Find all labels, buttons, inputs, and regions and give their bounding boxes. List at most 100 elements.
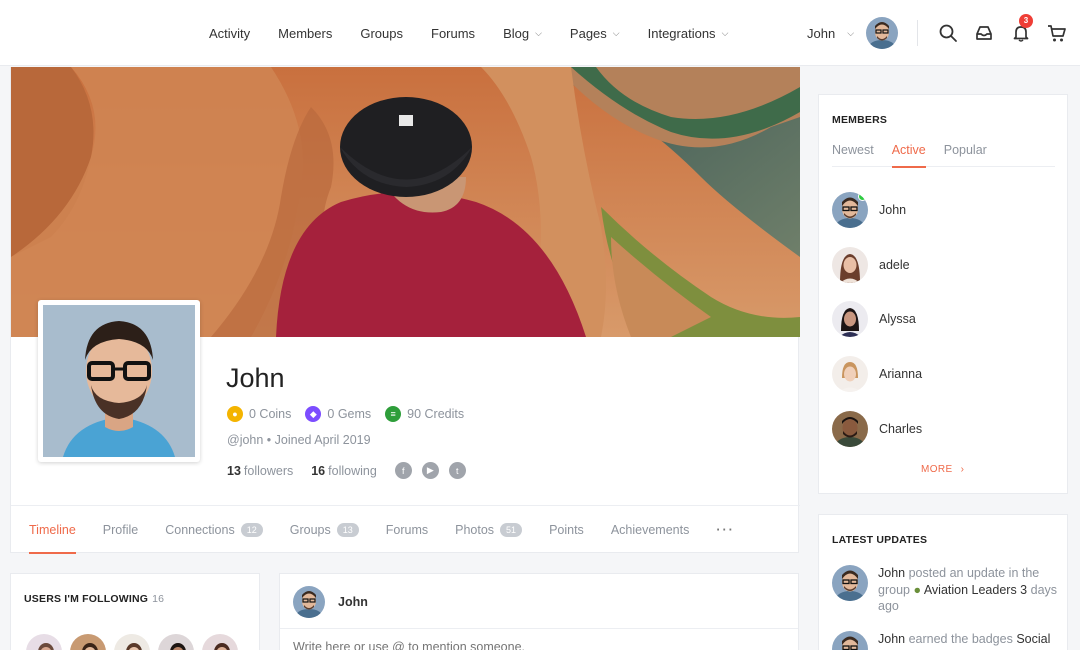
following-widget: USERS I'M FOLLOWING 16 bbox=[10, 573, 260, 650]
chevron-down-icon: ⌵ bbox=[612, 27, 620, 38]
more-members-link[interactable]: MORE › bbox=[921, 464, 964, 475]
avatar bbox=[832, 410, 868, 447]
member-name: Arianna bbox=[879, 367, 923, 382]
nav-groups[interactable]: Groups bbox=[360, 26, 403, 41]
nav-activity[interactable]: Activity bbox=[209, 26, 250, 41]
profile-avatar[interactable] bbox=[38, 300, 200, 462]
header-divider bbox=[917, 20, 918, 46]
chevron-right-icon: › bbox=[960, 464, 965, 475]
post-composer: John bbox=[279, 573, 799, 650]
list-item[interactable]: Arianna bbox=[832, 347, 922, 402]
notification-badge: 3 bbox=[1019, 14, 1033, 28]
tab-timeline[interactable]: Timeline bbox=[29, 506, 76, 554]
tab-forums[interactable]: Forums bbox=[386, 506, 428, 554]
main-nav: Activity Members Groups Forums Blog ⌵ Pag… bbox=[209, 0, 756, 66]
chevron-down-icon: ⌵ bbox=[721, 27, 729, 38]
chevron-down-icon: ⌵ bbox=[535, 27, 542, 38]
avatar[interactable] bbox=[200, 632, 240, 650]
avatar[interactable] bbox=[156, 632, 196, 650]
widget-title: LATEST UPDATES bbox=[832, 534, 928, 546]
profile-card: John ● 0 Coins ◆ 0 Gems ≡ 90 Credits @jo… bbox=[10, 67, 800, 554]
post-input[interactable] bbox=[293, 640, 773, 650]
member-name: John bbox=[879, 203, 907, 218]
profile-follow-stats: 13 followers 16 following f ▶ t bbox=[227, 462, 476, 479]
avatar bbox=[832, 631, 868, 650]
tab-points[interactable]: Points bbox=[549, 506, 584, 554]
nav-forums[interactable]: Forums bbox=[431, 26, 475, 41]
member-name: Charles bbox=[879, 421, 923, 436]
credit-icon: ≡ bbox=[385, 406, 402, 422]
tab-achievements[interactable]: Achievements bbox=[611, 506, 690, 554]
member-name: adele bbox=[879, 257, 910, 272]
online-indicator bbox=[858, 192, 867, 202]
inbox-icon[interactable] bbox=[973, 22, 995, 44]
group-icon: ● bbox=[913, 582, 922, 597]
nav-members[interactable]: Members bbox=[278, 26, 332, 41]
more-tabs-icon[interactable]: ··· bbox=[716, 506, 735, 554]
list-item[interactable]: Alyssa bbox=[832, 292, 922, 347]
avatar[interactable] bbox=[112, 632, 152, 650]
profile-handle: @john • Joined April 2019 bbox=[227, 433, 371, 447]
member-name: Alyssa bbox=[879, 312, 916, 327]
nav-pages[interactable]: Pages ⌵ bbox=[570, 26, 620, 41]
activity-text: John earned the badges Social bbox=[878, 632, 1051, 646]
latest-updates-widget: LATEST UPDATES John posted an update in … bbox=[818, 514, 1068, 650]
activity-text: John posted an update in the group ● Avi… bbox=[878, 566, 1058, 613]
youtube-icon[interactable]: ▶ bbox=[421, 462, 439, 479]
avatar[interactable] bbox=[866, 17, 899, 49]
members-tabs: Newest Active Popular bbox=[832, 143, 1055, 168]
profile-currencies: ● 0 Coins ◆ 0 Gems ≡ 90 Credits bbox=[227, 406, 478, 422]
avatar[interactable] bbox=[24, 632, 64, 650]
user-menu-name: John bbox=[807, 25, 836, 41]
gem-icon: ◆ bbox=[305, 406, 322, 422]
count-badge: 13 bbox=[336, 522, 359, 537]
avatar bbox=[293, 586, 325, 618]
avatar[interactable] bbox=[68, 632, 108, 650]
tab-connections[interactable]: Connections 12 bbox=[165, 506, 263, 554]
cart-icon[interactable] bbox=[1046, 22, 1068, 44]
top-header: Activity Members Groups Forums Blog ⌵ Pag… bbox=[0, 0, 1080, 66]
following-avatars bbox=[24, 632, 244, 650]
followers-link[interactable]: 13 followers bbox=[227, 464, 293, 478]
nav-integrations[interactable]: Integrations ⌵ bbox=[648, 26, 729, 41]
tab-groups[interactable]: Groups 13 bbox=[290, 506, 359, 554]
activity-item[interactable]: John earned the badges Social bbox=[832, 631, 1058, 650]
widget-title: USERS I'M FOLLOWING 16 bbox=[24, 593, 165, 605]
gems-stat: ◆ 0 Gems bbox=[305, 406, 371, 422]
list-item[interactable]: Charles bbox=[832, 401, 922, 456]
tab-active[interactable]: Active bbox=[891, 143, 926, 168]
facebook-icon[interactable]: f bbox=[394, 462, 412, 479]
avatar bbox=[832, 356, 868, 393]
nav-blog[interactable]: Blog ⌵ bbox=[503, 26, 542, 41]
tab-profile[interactable]: Profile bbox=[103, 506, 138, 554]
chevron-down-icon: ⌵ bbox=[847, 27, 855, 38]
list-item[interactable]: adele bbox=[832, 238, 922, 293]
avatar bbox=[832, 565, 868, 601]
twitter-icon[interactable]: t bbox=[448, 462, 466, 479]
widget-title: MEMBERS bbox=[832, 114, 888, 126]
credits-stat: ≡ 90 Credits bbox=[385, 406, 464, 422]
members-widget: MEMBERS Newest Active Popular John adele… bbox=[818, 94, 1068, 494]
count-badge: 12 bbox=[240, 522, 263, 537]
search-icon[interactable] bbox=[937, 22, 959, 44]
tab-popular[interactable]: Popular bbox=[944, 143, 987, 167]
post-composer-header: John bbox=[280, 574, 798, 629]
user-menu[interactable]: John ⌵ bbox=[807, 16, 899, 50]
avatar bbox=[832, 192, 868, 229]
list-item[interactable]: John bbox=[832, 183, 922, 238]
profile-tabs: Timeline Profile Connections 12 Groups 13 … bbox=[11, 505, 800, 554]
profile-name: John bbox=[226, 363, 285, 393]
count-badge: 51 bbox=[500, 522, 523, 537]
social-links: f ▶ t bbox=[394, 462, 476, 479]
tab-newest[interactable]: Newest bbox=[832, 143, 874, 167]
tab-photos[interactable]: Photos 51 bbox=[455, 506, 523, 554]
coin-icon: ● bbox=[227, 406, 243, 422]
following-link[interactable]: 16 following bbox=[311, 464, 377, 478]
avatar bbox=[832, 246, 868, 283]
avatar bbox=[832, 301, 868, 338]
cover-photo bbox=[11, 67, 800, 337]
members-list: John adele Alyssa Arianna Charles bbox=[832, 183, 922, 456]
activity-item[interactable]: John posted an update in the group ● Avi… bbox=[832, 565, 1058, 615]
coins-stat: ● 0 Coins bbox=[227, 406, 291, 422]
post-author-name: John bbox=[338, 595, 368, 609]
